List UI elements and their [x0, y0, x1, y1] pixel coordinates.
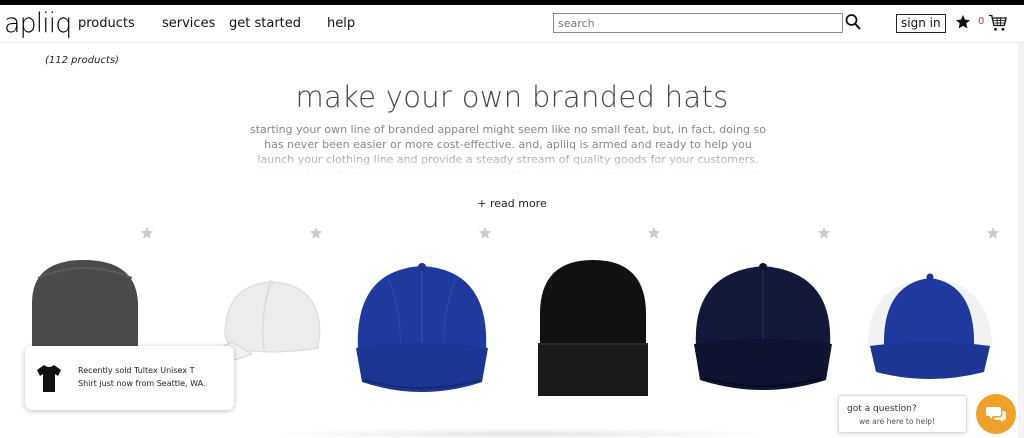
page-title: make your own branded hats	[295, 80, 729, 114]
favorite-star-icon[interactable]	[140, 226, 154, 240]
nav-services[interactable]: services	[162, 16, 215, 31]
cart-icon[interactable]	[988, 13, 1008, 33]
search-input[interactable]	[553, 13, 843, 33]
favorite-star-icon[interactable]	[478, 226, 492, 240]
nav-help[interactable]: help	[327, 16, 355, 31]
product-image-royal-blue-cap[interactable]	[352, 262, 492, 398]
chat-title: got a question?	[847, 404, 917, 414]
recent-sale-popup[interactable]: Recently sold Tultex Unisex T Shirt just…	[25, 346, 234, 410]
cart-count: 0	[978, 16, 985, 27]
favorite-star-icon[interactable]	[309, 226, 323, 240]
read-more-label[interactable]: + read more	[477, 197, 546, 210]
star-icon[interactable]	[955, 14, 971, 30]
chat-button[interactable]	[976, 394, 1016, 434]
chat-icon	[986, 407, 1006, 422]
read-more-link[interactable]: + read more	[0, 197, 1024, 210]
sign-in-button[interactable]: sign in	[896, 14, 946, 33]
recent-sale-line1: Recently sold Tultex Unisex T	[78, 366, 195, 375]
favorite-star-icon[interactable]	[817, 226, 831, 240]
site-header: apliiq products services get started hel…	[0, 5, 1024, 43]
chat-subtitle: we are here to help!	[859, 417, 936, 426]
recent-sale-line2: Shirt just now from Seattle, WA.	[78, 379, 206, 388]
favorite-star-icon[interactable]	[647, 226, 661, 240]
tshirt-thumbnail	[37, 365, 61, 392]
favorite-star-icon[interactable]	[986, 226, 1000, 240]
chat-prompt[interactable]: got a question? we are here to help!	[838, 395, 967, 433]
product-image-trucker-cap[interactable]	[864, 272, 996, 384]
nav-products[interactable]: products	[78, 16, 135, 31]
product-image-black-beanie[interactable]	[534, 258, 652, 398]
scrollbar[interactable]	[1018, 43, 1024, 438]
product-image-beanie-gray[interactable]	[28, 258, 144, 358]
recent-sale-text: Recently sold Tultex Unisex T Shirt just…	[78, 364, 228, 390]
search-icon[interactable]	[845, 13, 861, 31]
nav-get-started[interactable]: get started	[229, 16, 301, 31]
product-image-navy-cap[interactable]	[690, 262, 836, 398]
category-description: starting your own line of branded appare…	[250, 123, 766, 174]
logo[interactable]: apliiq	[4, 8, 72, 39]
product-count: (112 products)	[45, 55, 119, 66]
footer-shadow	[260, 428, 780, 438]
